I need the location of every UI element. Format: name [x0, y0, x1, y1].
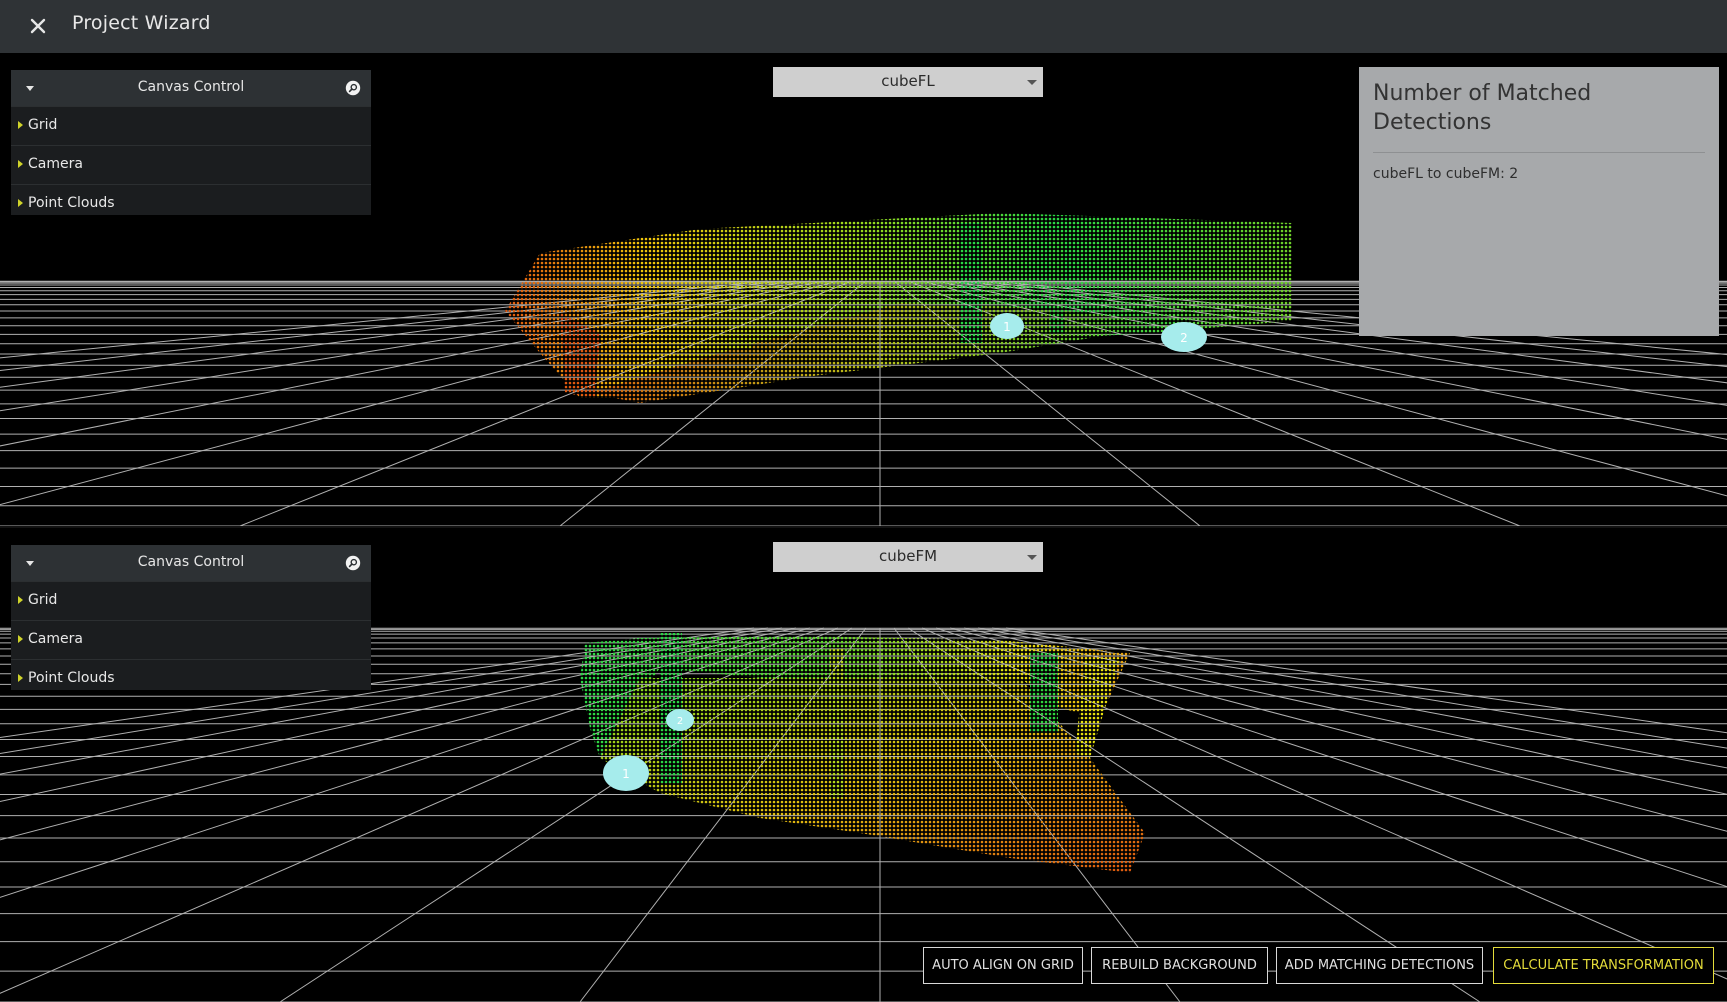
point-cloud-top [505, 213, 1292, 403]
canvas-control-item-camera[interactable]: Camera [11, 620, 371, 659]
canvas-control-panel: Canvas Control Grid Camera Point Clouds [11, 545, 371, 690]
detection-marker-label: 2 [1180, 331, 1188, 345]
sensor-select-value: cubeFL [881, 72, 935, 90]
detection-marker[interactable]: 1 [990, 313, 1024, 339]
detection-marker[interactable]: 2 [666, 709, 694, 731]
point-cloud-bottom [580, 633, 1145, 873]
canvas-control-item-grid[interactable]: Grid [11, 581, 371, 620]
matched-detections-panel: Number of Matched Detections cubeFL to c… [1359, 67, 1719, 336]
search-icon[interactable] [345, 80, 361, 96]
detection-marker-label: 2 [677, 716, 683, 727]
title-bar: Project Wizard [0, 0, 1727, 53]
window-title: Project Wizard [72, 12, 211, 34]
canvas-control-header[interactable]: Canvas Control [11, 70, 371, 106]
canvas-control-item-point-clouds[interactable]: Point Clouds [11, 659, 371, 690]
canvas-control-item-grid[interactable]: Grid [11, 106, 371, 145]
canvas-control-header[interactable]: Canvas Control [11, 545, 371, 581]
canvas-control-item-label: Grid [28, 592, 58, 608]
dropdown-arrow-icon [1027, 80, 1037, 85]
canvas-control-item-label: Camera [28, 631, 83, 647]
point-cloud-viewport-bottom[interactable]: Canvas Control Grid Camera Point Clouds … [0, 528, 1727, 1002]
sensor-select-top[interactable]: cubeFL [773, 67, 1043, 97]
canvas-control-item-camera[interactable]: Camera [11, 145, 371, 184]
detection-marker-label: 1 [622, 767, 630, 781]
canvas-control-title: Canvas Control [137, 554, 245, 570]
expand-arrow-icon [18, 199, 23, 207]
canvas-control-item-point-clouds[interactable]: Point Clouds [11, 184, 371, 215]
close-icon[interactable] [24, 12, 52, 40]
add-matching-detections-button[interactable]: ADD MATCHING DETECTIONS [1276, 947, 1483, 984]
matched-detections-count: cubeFL to cubeFM: 2 [1373, 166, 1519, 182]
expand-arrow-icon [18, 121, 23, 129]
panel-divider [1373, 152, 1705, 153]
expand-arrow-icon [18, 674, 23, 682]
canvas-control-item-label: Camera [28, 156, 83, 172]
canvas-control-item-label: Point Clouds [28, 195, 115, 211]
detection-marker[interactable]: 2 [1161, 322, 1207, 352]
canvas-control-panel: Canvas Control Grid Camera Point Clouds [11, 70, 371, 215]
auto-align-on-grid-button[interactable]: AUTO ALIGN ON GRID [923, 947, 1083, 984]
expand-arrow-icon [18, 160, 23, 168]
sensor-select-bottom[interactable]: cubeFM [773, 542, 1043, 572]
calculate-transformation-button[interactable]: CALCULATE TRANSFORMATION [1493, 947, 1714, 984]
expand-arrow-icon [18, 596, 23, 604]
canvas-control-title: Canvas Control [137, 79, 245, 95]
detection-marker[interactable]: 1 [603, 755, 649, 791]
dropdown-arrow-icon [1027, 555, 1037, 560]
expand-arrow-icon [18, 635, 23, 643]
canvas-control-item-label: Point Clouds [28, 670, 115, 686]
rebuild-background-button[interactable]: REBUILD BACKGROUND [1091, 947, 1268, 984]
detection-marker-label: 1 [1003, 320, 1011, 334]
panel-title: Number of Matched Detections [1373, 81, 1592, 135]
canvas-control-item-label: Grid [28, 117, 58, 133]
search-icon[interactable] [345, 555, 361, 571]
sensor-select-value: cubeFM [878, 547, 938, 565]
